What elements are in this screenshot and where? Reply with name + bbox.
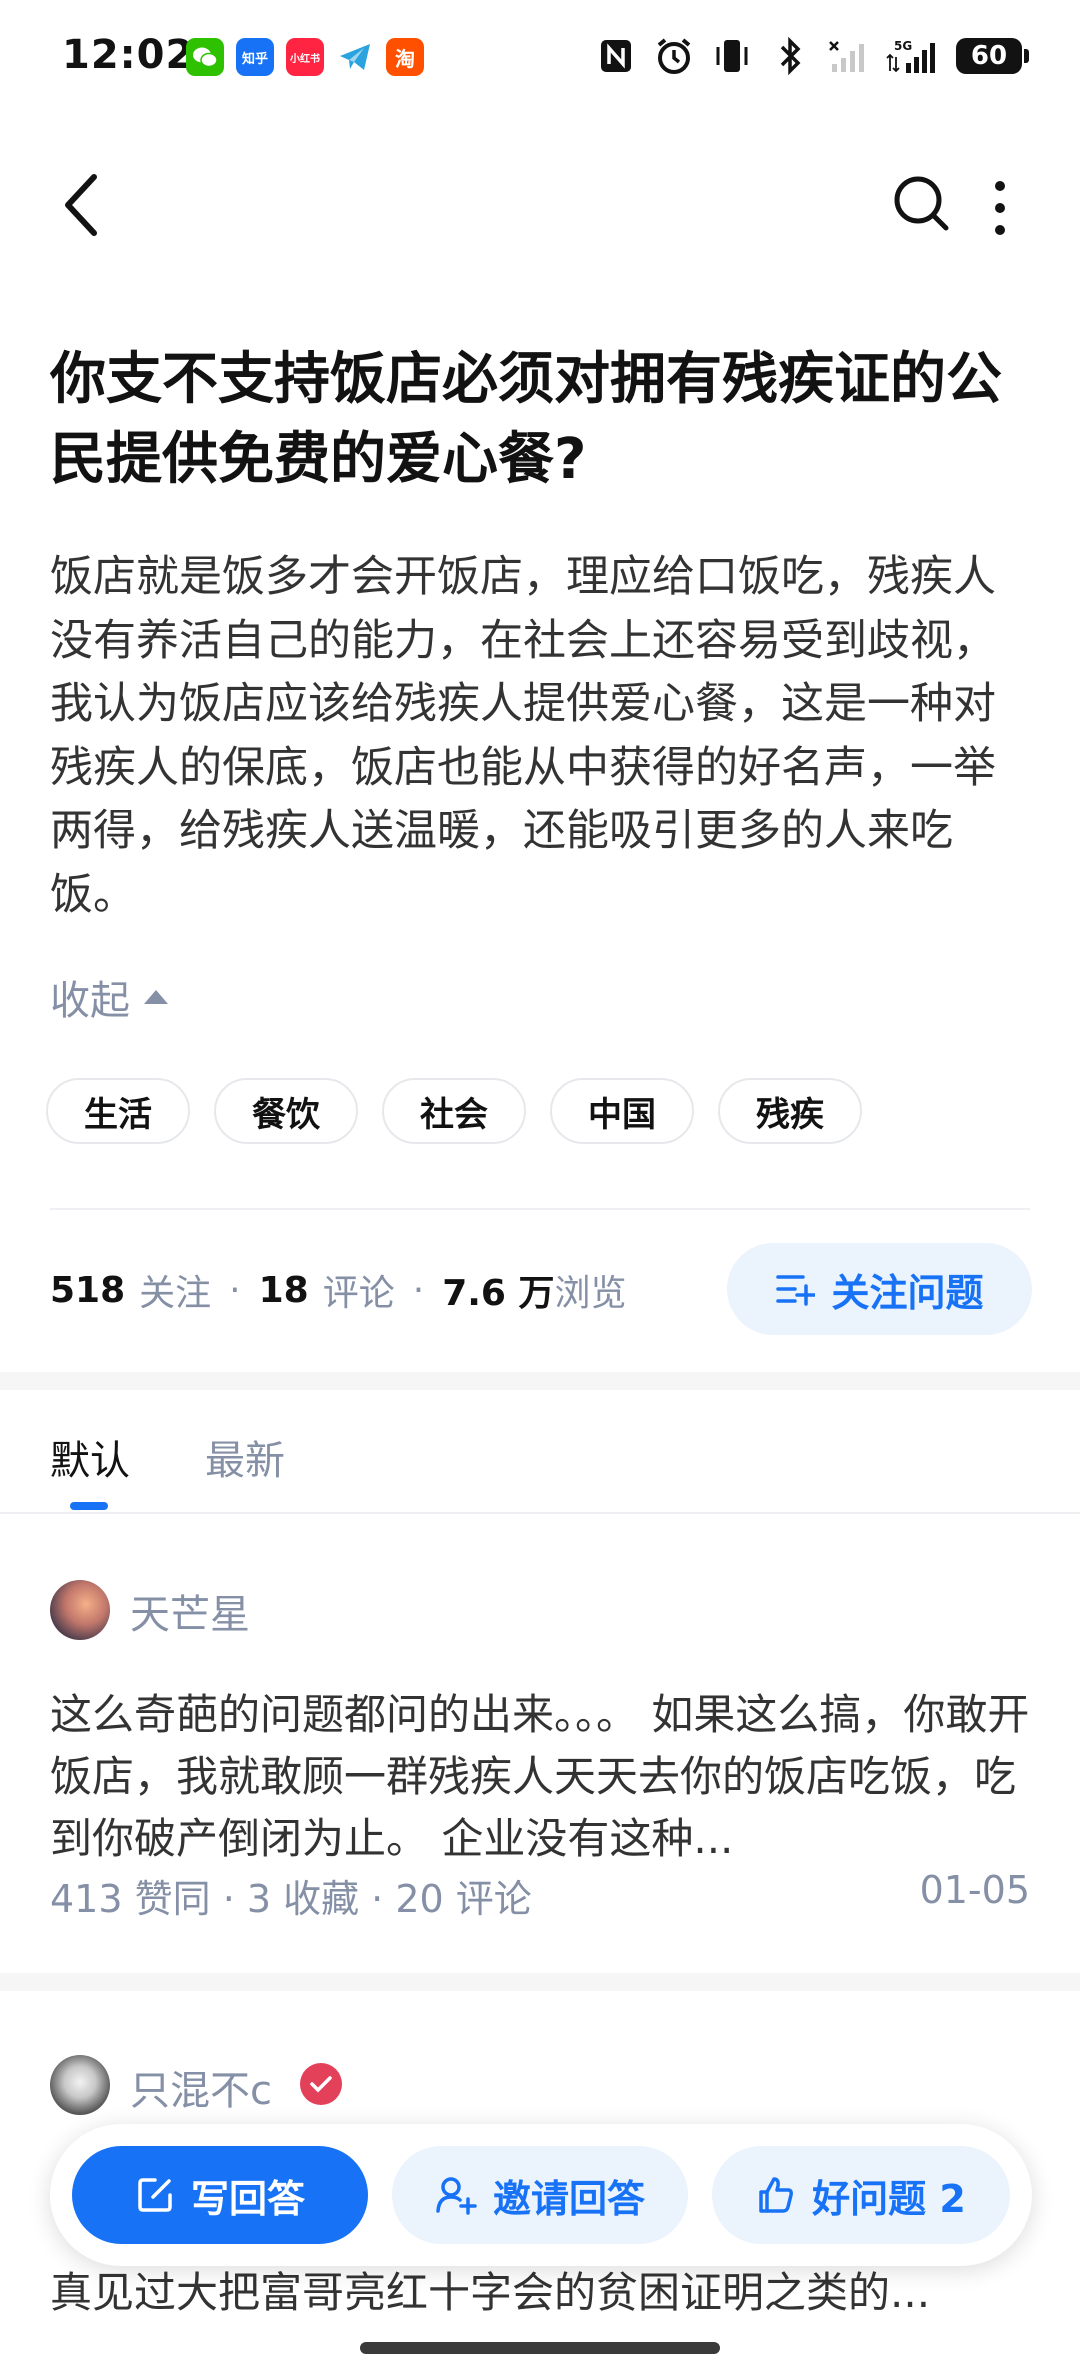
write-answer-label: 写回答 [190,2176,305,2221]
tab-default[interactable]: 默认 [50,1428,130,1486]
caret-up-icon [144,990,168,1004]
question-title: 你支不支持饭店必须对拥有残疾证的公民提供免费的爱心餐? [50,347,1002,492]
invite-answer-label: 邀请回答 [492,2176,645,2221]
telegram-icon [336,38,374,76]
back-button[interactable] [52,165,112,245]
topic-tags: 生活 餐饮 社会 中国 残疾 [46,1078,862,1144]
follow-list-icon [776,1275,816,1306]
answer-date: 01-05 [919,1868,1030,1912]
section-separator [0,1372,1080,1390]
signal-weak-icon [828,36,868,76]
avatar[interactable] [50,2055,110,2115]
answer-excerpt[interactable]: 真见过大把富哥亮红十字会的贫困证明之类的... [50,2262,1040,2324]
more-button[interactable] [980,178,1020,238]
nfc-icon [596,36,636,76]
topic-tag[interactable]: 残疾 [718,1078,862,1144]
followers-count: 518 [50,1269,126,1311]
answer-author[interactable]: 天芒星 [130,1582,250,1640]
question-description: 饭店就是饭多才会开饭店，理应给口饭吃，残疾人没有养活自己的能力，在社会上还容易受… [50,552,996,920]
collapse-button[interactable]: 收起 [50,968,168,1026]
search-icon [894,176,949,231]
vibrate-icon [712,36,752,76]
follow-question-button[interactable]: 关注问题 [727,1243,1032,1335]
notification-app-icons: 知乎 小红书 淘 [186,38,424,76]
more-vertical-icon [995,181,1005,235]
followers-label: 关注 [139,1273,212,1314]
answer-excerpt[interactable]: 这么奇葩的问题都问的出来。。。 如果这么搞，你敢开饭店，我就敢顾一群残疾人天天去… [50,1684,1040,1870]
views-count: 7.6 万 [442,1273,555,1314]
comments-count: 18 [258,1269,309,1311]
chevron-left-icon [65,174,97,236]
divider [0,1512,1080,1514]
taobao-icon: 淘 [386,38,424,76]
follow-question-label: 关注问题 [831,1270,984,1315]
status-bar: 12:02 知乎 小红书 淘 5G 60 [0,0,1080,118]
search-button[interactable] [890,172,954,236]
thumbs-up-icon [759,2177,794,2213]
write-answer-button[interactable]: 写回答 [72,2146,368,2244]
answer-meta: 413 赞同 · 3 收藏 · 20 评论 [50,1877,532,1921]
verified-badge-icon [300,2063,342,2105]
edit-icon [138,2178,172,2212]
battery-indicator: 60 [956,38,1029,74]
alarm-icon [654,36,694,76]
tab-latest[interactable]: 最新 [205,1428,285,1486]
topic-tag[interactable]: 中国 [550,1078,694,1144]
collapse-label: 收起 [50,978,130,1024]
good-question-label: 好问题 2 [812,2176,966,2221]
bluetooth-icon [770,36,810,76]
views-label: 浏览 [554,1273,627,1314]
active-tab-indicator [70,1502,108,1510]
section-separator [0,1973,1080,1991]
xiaohongshu-icon: 小红书 [286,38,324,76]
topic-tag[interactable]: 社会 [382,1078,526,1144]
home-indicator[interactable] [360,2342,720,2354]
svg-text:5G: 5G [894,39,912,53]
topic-tag[interactable]: 生活 [46,1078,190,1144]
invite-answer-button[interactable]: 邀请回答 [392,2146,688,2244]
bottom-action-bar: 写回答 邀请回答 好问题 2 [50,2124,1032,2266]
divider [50,1208,1030,1210]
system-status-icons: 5G 60 [596,36,1029,76]
invite-user-icon [436,2177,477,2215]
zhihu-icon: 知乎 [236,38,274,76]
signal-5g-icon: 5G [886,36,938,76]
comments-label: 评论 [322,1273,395,1314]
wechat-icon [186,38,224,76]
status-time: 12:02 [62,32,195,78]
question-stats: 518 关注 · 18 评论 · 7.6 万 浏览 [50,1264,627,1316]
topic-tag[interactable]: 餐饮 [214,1078,358,1144]
answer-author[interactable]: 只混不c [130,2058,272,2116]
good-question-button[interactable]: 好问题 2 [712,2146,1010,2244]
avatar[interactable] [50,1580,110,1640]
